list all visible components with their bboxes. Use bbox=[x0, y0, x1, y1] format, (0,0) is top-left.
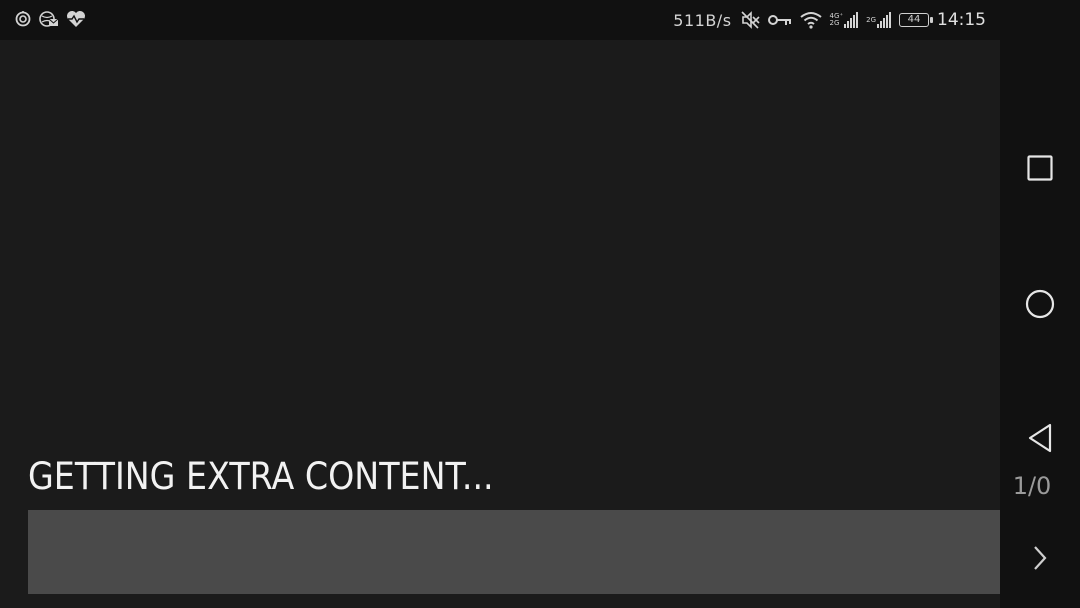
signal-type-bottom: 2G bbox=[829, 19, 840, 27]
recents-square-icon bbox=[1027, 155, 1053, 181]
system-status: 511B/s 4G⁺ 2G 2G 44 14:15 bbox=[673, 0, 986, 40]
mobile-signal-2: 2G bbox=[866, 12, 891, 28]
signal-bars-icon bbox=[844, 12, 859, 28]
battery-icon: 44 bbox=[899, 13, 933, 27]
back-triangle-icon bbox=[1028, 423, 1052, 453]
loading-message: GETTING EXTRA CONTENT... bbox=[28, 455, 494, 498]
globe-mail-icon bbox=[39, 11, 59, 27]
heart-pulse-icon bbox=[67, 11, 85, 27]
signal-type-2: 2G bbox=[866, 15, 876, 24]
notification-icons bbox=[14, 10, 86, 28]
home-button[interactable] bbox=[1020, 284, 1060, 324]
battery-level: 44 bbox=[907, 14, 921, 25]
network-speed: 511B/s bbox=[673, 10, 732, 30]
navigation-bar bbox=[1000, 0, 1080, 608]
home-circle-icon bbox=[1025, 289, 1055, 319]
status-bar: 511B/s 4G⁺ 2G 2G 44 14:15 bbox=[0, 0, 1000, 40]
vpn-key-icon bbox=[767, 15, 791, 25]
back-button[interactable] bbox=[1020, 418, 1060, 458]
mobile-signal-1: 4G⁺ 2G bbox=[830, 12, 859, 28]
chevron-right-icon bbox=[1034, 546, 1047, 570]
progress-bar bbox=[28, 510, 1052, 594]
recents-button[interactable] bbox=[1020, 148, 1060, 188]
page-counter: 1/0 bbox=[1012, 472, 1052, 500]
next-button[interactable] bbox=[1028, 540, 1052, 576]
mute-icon bbox=[740, 11, 760, 29]
wifi-icon bbox=[799, 12, 822, 29]
clock: 14:15 bbox=[937, 10, 986, 30]
signal-bars-icon bbox=[877, 12, 891, 28]
location-target-icon bbox=[15, 11, 31, 27]
